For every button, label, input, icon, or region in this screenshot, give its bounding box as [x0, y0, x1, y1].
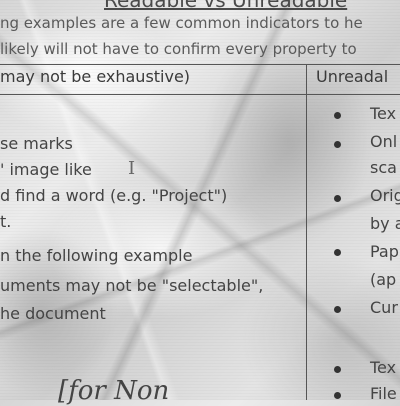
- right-cell-line: Pap: [370, 242, 399, 261]
- bullet-icon: [334, 392, 341, 399]
- intro-line-1: ng examples are a few common indicators …: [0, 14, 363, 32]
- footer-note: [for Non: [58, 376, 170, 406]
- page-heading: Readable vs Unreadable: [104, 0, 348, 12]
- right-cell-line: by a: [370, 214, 400, 233]
- bullet-icon: [334, 112, 341, 119]
- bullet-icon: [334, 195, 341, 202]
- table-top-rule: [0, 64, 400, 65]
- left-cell-line: se marks: [0, 134, 73, 153]
- left-column-header: may not be exhaustive): [0, 67, 191, 86]
- table-header-rule: [0, 94, 400, 95]
- left-cell-line: he document: [0, 304, 106, 323]
- right-column-header: Unreadal: [316, 67, 389, 86]
- right-cell-line: Onl: [370, 132, 398, 151]
- right-cell-line: sca: [370, 158, 397, 177]
- text-cursor-icon: I: [128, 158, 136, 179]
- table-column-divider: [306, 64, 307, 400]
- left-cell-line: uments may not be "selectable",: [0, 276, 264, 295]
- right-cell-line: (ap: [370, 270, 397, 289]
- bullet-icon: [334, 306, 341, 313]
- right-cell-line: Tex: [370, 104, 397, 123]
- right-cell-line: File: [370, 384, 397, 403]
- bullet-icon: [334, 141, 341, 148]
- left-cell-line: n the following example: [0, 246, 193, 265]
- bullet-icon: [334, 366, 341, 373]
- bullet-icon: [334, 249, 341, 256]
- left-cell-line: ' image like: [0, 160, 92, 179]
- left-cell-line: t.: [0, 212, 12, 231]
- left-cell-line: d find a word (e.g. "Project"): [0, 186, 228, 205]
- right-cell-line: Tex: [370, 358, 397, 377]
- right-cell-line: Cur: [370, 298, 398, 317]
- intro-line-2: likely will not have to confirm every pr…: [0, 40, 357, 58]
- right-cell-line: Orig: [370, 186, 400, 205]
